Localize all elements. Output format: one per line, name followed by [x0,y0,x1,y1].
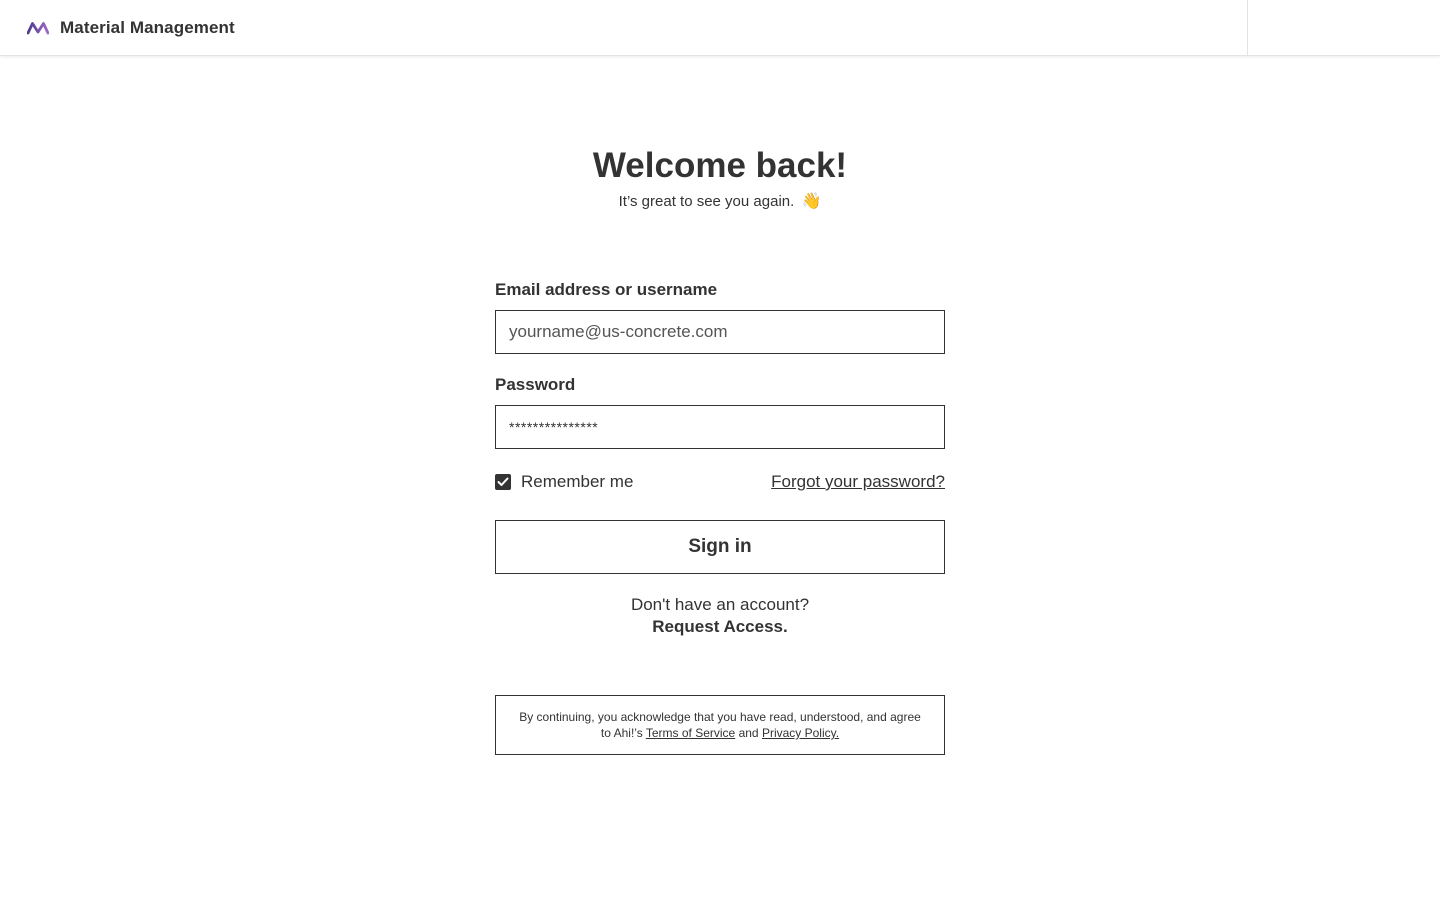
page-title: Welcome back! [592,146,848,185]
terms-of-service-link[interactable]: Terms of Service [646,726,735,740]
no-account-text: Don't have an account? [630,595,810,614]
forgot-password-link[interactable]: Forgot your password? [771,472,945,492]
waving-hand-icon: 👋 [801,193,822,210]
password-field[interactable] [495,405,945,449]
header-divider [1247,0,1248,56]
email-field[interactable] [495,310,945,354]
ahi-m-logo-icon [27,21,49,34]
request-access-section: Don't have an account? Request Access. [495,594,945,638]
legal-and-text: and [738,726,759,740]
sign-in-button[interactable]: Sign in [495,520,945,574]
remember-me-checkbox[interactable] [495,474,511,490]
subtitle-text: It’s great to see you again. [618,193,795,210]
password-label: Password [495,375,576,394]
brand[interactable]: Material Management [27,0,235,56]
remember-me[interactable]: Remember me [495,472,633,492]
remember-me-label: Remember me [521,472,634,491]
page-subtitle: It’s great to see you again. 👋 [0,191,1440,213]
sign-in-form: Email address or username Password Remem… [495,279,945,638]
request-access-link[interactable]: Request Access. [495,616,945,638]
privacy-policy-link[interactable]: Privacy Policy. [762,726,839,740]
remember-forgot-row: Remember me Forgot your password? [495,471,945,493]
checkmark-icon [497,477,509,486]
app-name: Material Management [60,17,235,37]
legal-notice: By continuing, you acknowledge that you … [495,695,945,755]
top-navigation-bar: Material Management [0,0,1440,56]
email-label: Email address or username [495,280,718,299]
